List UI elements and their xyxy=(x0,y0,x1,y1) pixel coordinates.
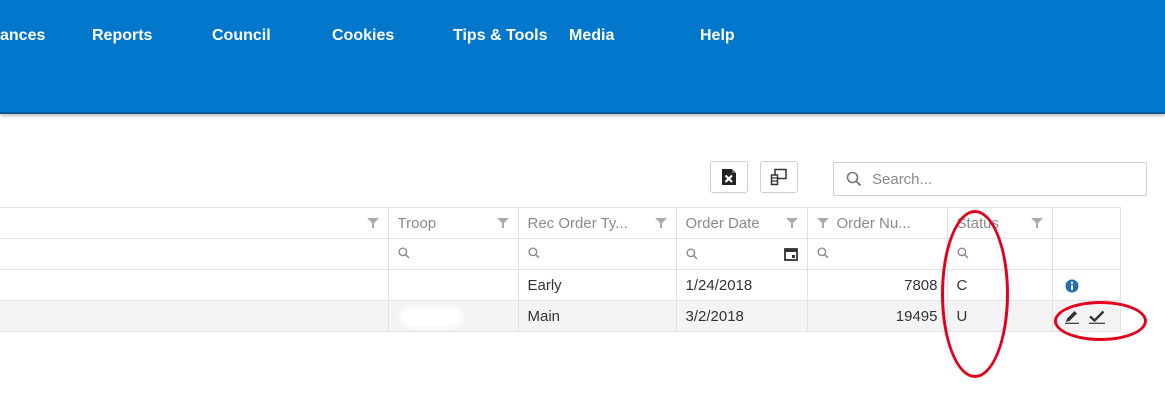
top-navigation-bar: ances Reports Council Cookies Tips & Too… xyxy=(0,0,1165,114)
redacted-troop xyxy=(403,310,459,323)
column-header-name xyxy=(0,207,389,239)
cell-order-date: 3/2/2018 xyxy=(675,300,808,332)
table-row[interactable]: Main 3/2/2018 19495 U xyxy=(0,300,1121,332)
nav-item-reports[interactable]: Reports xyxy=(92,27,152,45)
search-icon xyxy=(816,246,828,258)
cell-rec-order-type: Early xyxy=(517,269,677,301)
column-header-order-date[interactable]: Order Date xyxy=(675,207,808,239)
search-box[interactable] xyxy=(833,162,1147,196)
filter-cell-troop[interactable] xyxy=(387,238,519,270)
nav-item-cookies[interactable]: Cookies xyxy=(332,27,394,45)
filter-cell-order-date[interactable] xyxy=(675,238,808,270)
search-icon xyxy=(685,248,697,260)
cell-status: U xyxy=(946,300,1053,332)
search-icon xyxy=(956,246,968,258)
column-header-order-number[interactable]: Order Nu... xyxy=(806,207,948,239)
filter-icon[interactable] xyxy=(785,218,798,228)
cell-order-number: 7808 xyxy=(806,269,948,301)
cell-rec-order-type: Main xyxy=(517,300,677,332)
cell-name xyxy=(0,269,389,301)
nav-item-finances[interactable]: ances xyxy=(0,27,45,45)
cell-troop xyxy=(387,300,519,332)
filter-icon[interactable] xyxy=(1030,218,1043,228)
table-row[interactable]: Early 1/24/2018 7808 C xyxy=(0,269,1121,301)
cell-actions xyxy=(1051,269,1121,301)
column-header-troop[interactable]: Troop xyxy=(387,207,519,239)
nav-item-media[interactable]: Media xyxy=(569,27,614,45)
nav-item-help[interactable]: Help xyxy=(700,27,735,45)
filter-icon[interactable] xyxy=(816,218,829,228)
orders-grid: Troop Rec Order Ty... Order Date Order N… xyxy=(0,207,1121,332)
filter-icon[interactable] xyxy=(654,218,667,228)
search-icon xyxy=(846,171,862,187)
cell-order-number: 19495 xyxy=(806,300,948,332)
filter-row xyxy=(0,238,1121,270)
info-icon[interactable] xyxy=(1065,279,1079,293)
cell-actions xyxy=(1051,300,1121,332)
cell-troop xyxy=(387,269,519,301)
search-icon xyxy=(527,246,539,258)
nav-item-council[interactable]: Council xyxy=(212,27,271,45)
excel-export-icon xyxy=(722,169,736,185)
column-header-rec-order-type[interactable]: Rec Order Ty... xyxy=(517,207,677,239)
nav-item-tips-tools[interactable]: Tips & Tools xyxy=(453,27,548,45)
edit-icon[interactable] xyxy=(1064,310,1080,324)
filter-cell-rec-order-type[interactable] xyxy=(517,238,677,270)
calendar-icon[interactable] xyxy=(783,247,798,261)
column-header-actions xyxy=(1051,207,1121,239)
export-excel-button[interactable] xyxy=(710,161,748,193)
column-header-status[interactable]: Status xyxy=(946,207,1053,239)
approve-check-icon[interactable] xyxy=(1088,310,1106,324)
cell-order-date: 1/24/2018 xyxy=(675,269,808,301)
filter-cell-actions xyxy=(1051,238,1121,270)
filter-cell-name[interactable] xyxy=(0,238,389,270)
search-icon xyxy=(397,246,409,258)
column-chooser-icon xyxy=(770,168,787,186)
filter-cell-order-number[interactable] xyxy=(806,238,948,270)
cell-status: C xyxy=(946,269,1053,301)
cell-name xyxy=(0,300,389,332)
filter-icon[interactable] xyxy=(366,218,379,228)
filter-icon[interactable] xyxy=(496,218,509,228)
column-chooser-button[interactable] xyxy=(760,161,798,193)
filter-cell-status[interactable] xyxy=(946,238,1053,270)
header-row: Troop Rec Order Ty... Order Date Order N… xyxy=(0,207,1121,239)
search-input[interactable] xyxy=(870,169,1134,189)
